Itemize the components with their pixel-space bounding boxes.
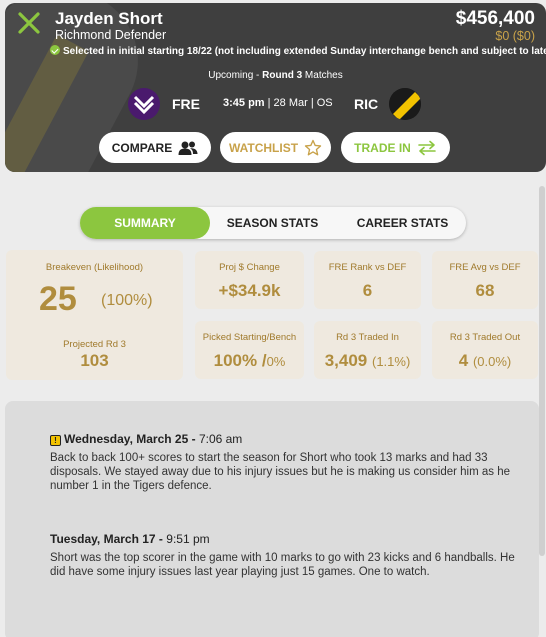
fixture-row: FRE 3:45 pm | 28 Mar | OS RIC	[5, 87, 546, 121]
upcoming-round: Upcoming - Round 3 Matches	[5, 70, 546, 81]
compare-label: COMPARE	[111, 140, 173, 155]
stat-value: 68	[475, 281, 495, 300]
trade-in-label: TRADE IN	[354, 140, 411, 155]
stat-value: 4 (0.0%)	[458, 351, 512, 370]
traded-in-card: Rd 3 Traded In 3,409 (1.1%)	[314, 321, 421, 379]
projected-label: Projected Rd 3	[63, 339, 126, 350]
price-change: $0 ($0)	[495, 29, 535, 43]
stat-value: +$34.9k	[218, 281, 281, 300]
proj-price-change-card: Proj $ Change +$34.9k	[195, 251, 304, 309]
selection-status: Selected in initial starting 18/22 (not …	[50, 45, 546, 57]
news-date: ! Wednesday, March 25 - 7:06 am	[50, 432, 528, 446]
stat-label: FRE Avg vs DEF	[449, 262, 521, 273]
compare-button[interactable]: COMPARE	[99, 132, 211, 163]
match-time: 3:45 pm | 28 Mar | OS	[223, 97, 333, 109]
stat-value: 3,409 (1.1%)	[324, 351, 411, 370]
trade-in-button[interactable]: TRADE IN	[341, 132, 450, 163]
player-team-position: Richmond Defender	[55, 28, 167, 42]
watchlist-label: WATCHLIST	[228, 140, 299, 155]
opponent-avg-card: FRE Avg vs DEF 68	[432, 251, 538, 309]
upcoming-round-number: Round 3	[262, 70, 303, 81]
news-body: Short was the top scorer in the game wit…	[50, 552, 515, 578]
player-price: $456,400	[455, 8, 535, 29]
breakeven-label: Breakeven (Likelihood)	[45, 262, 144, 273]
selection-note-text: Selected in initial starting 18/22 (not …	[63, 46, 546, 57]
alert-icon: !	[50, 435, 61, 446]
news-panel: ! Wednesday, March 25 - 7:06 am Back to b…	[5, 401, 539, 637]
stats-tabs: SUMMARY SEASON STATS CAREER STATS	[80, 207, 466, 239]
tab-season-stats[interactable]: SEASON STATS	[215, 207, 330, 239]
player-detail-view: Jayden Short Richmond Defender $456,400 …	[0, 0, 546, 637]
upcoming-prefix: Upcoming -	[208, 70, 263, 81]
watchlist-button[interactable]: WATCHLIST	[220, 132, 331, 163]
scrollbar[interactable]	[539, 186, 545, 556]
breakeven-card: Breakeven (Likelihood) 25 (100%) Project…	[6, 250, 183, 380]
breakeven-value: 25	[39, 280, 77, 318]
stat-label: Proj $ Change	[219, 262, 280, 273]
close-icon[interactable]	[17, 11, 41, 35]
action-buttons: COMPARE WATCHLIST TRADE IN	[5, 132, 546, 164]
away-team-code: RIC	[354, 96, 379, 112]
check-circle-icon	[50, 45, 60, 55]
star-icon	[304, 139, 322, 157]
news-body: Back to back 100+ scores to start the se…	[50, 452, 511, 492]
stat-value: 6	[362, 281, 373, 300]
player-name: Jayden Short	[55, 9, 163, 28]
breakeven-likelihood: (100%)	[101, 292, 153, 309]
match-time-value: 3:45 pm	[223, 97, 265, 109]
stat-label: Picked Starting/Bench	[202, 332, 297, 343]
swap-arrows-icon	[417, 140, 437, 156]
projected-value: 103	[80, 351, 109, 370]
stat-label: Rd 3 Traded Out	[449, 332, 521, 343]
richmond-logo-icon	[389, 88, 421, 120]
traded-out-card: Rd 3 Traded Out 4 (0.0%)	[432, 321, 538, 379]
opponent-rank-card: FRE Rank vs DEF 6	[314, 251, 421, 309]
tab-summary[interactable]: SUMMARY	[80, 207, 210, 239]
match-date-venue: | 28 Mar | OS	[264, 97, 333, 109]
home-team-code: FRE	[172, 96, 200, 112]
stat-label: FRE Rank vs DEF	[328, 262, 407, 273]
upcoming-suffix: Matches	[302, 70, 343, 81]
fremantle-logo-icon	[128, 88, 160, 120]
tab-career-stats[interactable]: CAREER STATS	[345, 207, 460, 239]
stat-label: Rd 3 Traded In	[336, 332, 399, 343]
news-item: ! Wednesday, March 25 - 7:06 am Back to b…	[50, 432, 528, 493]
player-header: Jayden Short Richmond Defender $456,400 …	[5, 3, 546, 172]
picked-starting-card: Picked Starting/Bench 100% /0%	[195, 321, 304, 379]
news-item: Tuesday, March 17 - 9:51 pm Short was th…	[50, 532, 528, 579]
stat-value: 100% /0%	[213, 351, 286, 370]
news-date: Tuesday, March 17 - 9:51 pm	[50, 532, 210, 546]
users-icon	[178, 140, 198, 156]
